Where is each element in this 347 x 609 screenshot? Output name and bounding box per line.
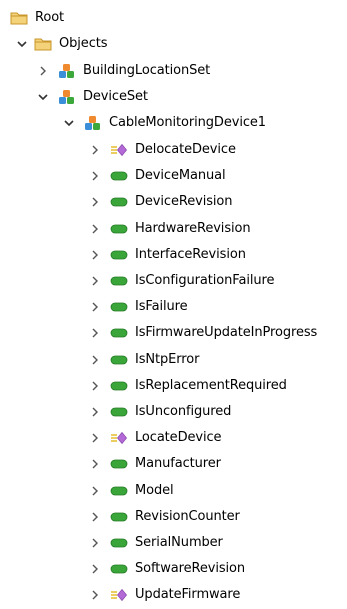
chevron-right-icon[interactable] [88,300,102,314]
tree-node-label: HardwareRevision [135,221,251,236]
tree-node-label: CableMonitoringDevice1 [109,115,266,130]
tree-node-label: IsConfigurationFailure [135,273,275,288]
tree-node-label: DeviceRevision [135,194,233,209]
tree-node-child[interactable]: Manufacturer [88,451,221,477]
tree-node-label: IsFirmwareUpdateInProgress [135,325,318,340]
variable-icon [110,299,128,315]
tree-node-child[interactable]: LocateDevice [88,425,222,451]
variable-icon [110,535,128,551]
tree-node-label: RevisionCounter [135,509,240,524]
tree-node-label: SerialNumber [135,535,223,550]
folder-icon [34,36,52,52]
variable-icon [110,194,128,210]
variable-icon [110,561,128,577]
chevron-right-icon[interactable] [88,222,102,236]
tree-node-child[interactable]: UpdateFirmware [88,582,240,608]
chevron-right-icon[interactable] [88,510,102,524]
variable-icon [110,247,128,263]
tree-node-child[interactable]: RevisionCounter [88,504,240,530]
tree-node-label: IsReplacementRequired [135,378,287,393]
tree-node-label: Objects [59,36,108,51]
tree-node-label: SoftwareRevision [135,561,246,576]
tree-node-child[interactable]: SerialNumber [88,530,223,556]
chevron-right-icon[interactable] [88,588,102,602]
tree-node-child[interactable]: IsNtpError [88,347,199,373]
method-icon [110,430,128,446]
variable-icon [110,352,128,368]
tree-node-objects[interactable]: Objects [15,31,108,57]
tree-node-label: IsUnconfigured [135,404,232,419]
tree-node-label: Manufacturer [135,456,221,471]
variable-icon [110,168,128,184]
tree-node-child[interactable]: IsConfigurationFailure [88,268,274,294]
variable-icon [110,273,128,289]
variable-icon [110,378,128,394]
tree-node-label: DeviceSet [83,89,148,104]
chevron-right-icon[interactable] [88,274,102,288]
tree-node-child[interactable]: HardwareRevision [88,216,251,242]
folder-icon [10,10,28,26]
tree-node-label: InterfaceRevision [135,247,246,262]
method-icon [110,142,128,158]
object-set-icon [58,63,76,79]
tree-node-device-set[interactable]: DeviceSet [36,84,148,110]
chevron-right-icon[interactable] [88,431,102,445]
tree-node-child[interactable]: InterfaceRevision [88,242,246,268]
variable-icon [110,456,128,472]
chevron-right-icon[interactable] [88,562,102,576]
tree-node-child[interactable]: Model [88,478,174,504]
tree-node-label: BuildingLocationSet [83,63,211,78]
variable-icon [110,404,128,420]
chevron-right-icon[interactable] [88,248,102,262]
chevron-right-icon[interactable] [88,143,102,157]
tree-node-child[interactable]: DeviceRevision [88,189,232,215]
tree-node-child[interactable]: IsReplacementRequired [88,373,287,399]
chevron-right-icon[interactable] [88,169,102,183]
variable-icon [110,221,128,237]
chevron-right-icon[interactable] [88,326,102,340]
tree-node-label: UpdateFirmware [135,587,241,602]
tree-node-child[interactable]: DelocateDevice [88,137,236,163]
variable-icon [110,509,128,525]
object-set-icon [84,115,102,131]
chevron-right-icon[interactable] [88,195,102,209]
chevron-right-icon[interactable] [88,379,102,393]
tree-node-label: IsFailure [135,299,188,314]
chevron-right-icon[interactable] [88,353,102,367]
chevron-down-icon[interactable] [15,37,29,51]
variable-icon [110,483,128,499]
tree-node-child[interactable]: IsFirmwareUpdateInProgress [88,320,317,346]
chevron-right-icon[interactable] [88,484,102,498]
tree-node-child[interactable]: IsFailure [88,294,188,320]
tree-node-building-location-set[interactable]: BuildingLocationSet [36,58,210,84]
tree-node-cable-monitoring-device[interactable]: CableMonitoringDevice1 [62,110,266,136]
chevron-right-icon[interactable] [88,457,102,471]
tree-node-root[interactable]: Root [10,5,64,31]
tree-node-label: DeviceManual [135,168,226,183]
chevron-right-icon[interactable] [88,405,102,419]
tree-node-child[interactable]: SoftwareRevision [88,556,245,582]
tree-node-label: Root [35,10,65,25]
tree-node-child[interactable]: IsUnconfigured [88,399,231,425]
object-set-icon [58,89,76,105]
tree-node-label: IsNtpError [135,352,200,367]
chevron-right-icon[interactable] [36,64,50,78]
chevron-down-icon[interactable] [62,116,76,130]
chevron-down-icon[interactable] [36,90,50,104]
tree-node-label: Model [135,483,174,498]
method-icon [110,587,128,603]
tree-node-label: DelocateDevice [135,142,236,157]
tree-node-label: LocateDevice [135,430,222,445]
chevron-right-icon[interactable] [88,536,102,550]
variable-icon [110,325,128,341]
tree-node-child[interactable]: DeviceManual [88,163,226,189]
